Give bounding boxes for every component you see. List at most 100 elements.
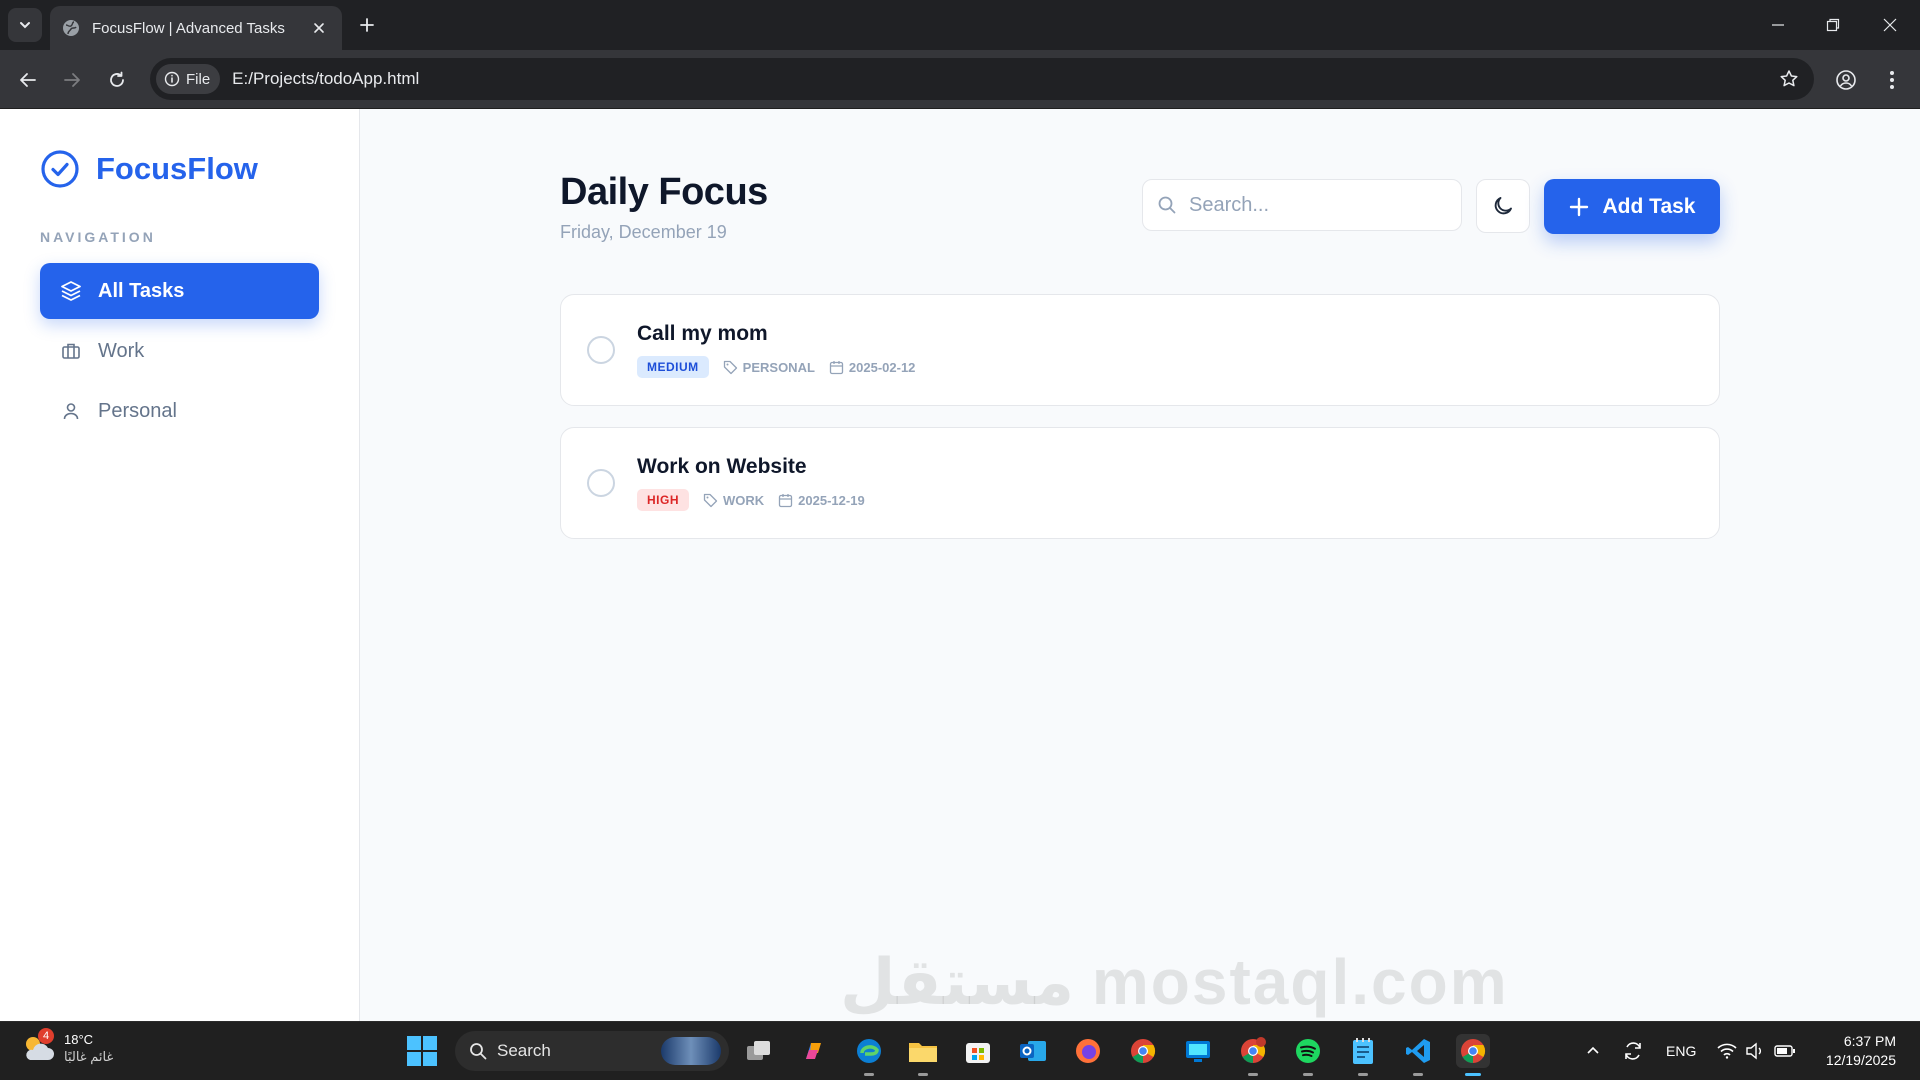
reload-icon [110,71,124,87]
windows-logo-tile [423,1036,437,1050]
new-tab-button[interactable] [352,10,382,40]
task-meta: MEDIUM PERSONAL 2025-02-12 [637,356,915,378]
bookmark-star-icon[interactable] [1774,64,1804,94]
clock-time: 6:37 PM [1843,1033,1896,1049]
close-tab-icon[interactable] [308,17,330,39]
sidebar-item-label: All Tasks [98,279,185,302]
cloudy-weather-icon: 4 [20,1028,56,1066]
sidebar-item-label: Work [98,339,145,362]
address-bar[interactable]: File E:/Projects/todoApp.html [150,58,1814,100]
windows-taskbar: 4 18°C غائم غالبًا Search ENG 6:37 PM 12… [0,1021,1920,1080]
task-card[interactable]: Call my mom MEDIUM PERSONAL 2025-02-12 [560,294,1720,406]
task-checkbox[interactable] [587,469,615,497]
more-vertical-icon [1890,71,1894,89]
task-checkbox[interactable] [587,336,615,364]
running-indicator [1248,1073,1258,1076]
vscode-icon[interactable] [1401,1034,1435,1076]
firefox-icon[interactable] [1071,1034,1105,1068]
sidebar-item-personal[interactable]: Personal [40,383,319,439]
arrow-left-icon [20,73,36,87]
language-indicator[interactable]: ENG [1666,1043,1696,1059]
page-header: Daily Focus Friday, December 19 [560,171,768,243]
edge-browser-icon[interactable] [852,1034,886,1076]
task-list: Call my mom MEDIUM PERSONAL 2025-02-12 W… [560,294,1720,560]
watermark: مستقل mostaql.com [840,946,1509,1018]
taskbar-search-label: Search [497,1041,551,1060]
sidebar: FocusFlow NAVIGATION All Tasks Work Pers… [0,109,360,1021]
search-input[interactable] [1189,193,1429,217]
restore-icon [1826,18,1840,32]
chrome-active-icon[interactable] [1456,1034,1490,1076]
chrome-icon[interactable] [1126,1034,1160,1068]
profile-button[interactable] [1830,64,1862,96]
task-date: 2025-12-19 [778,493,865,508]
clock-date: 12/19/2025 [1825,1052,1896,1068]
system-clock[interactable]: 6:37 PM 12/19/2025 [1808,1032,1896,1070]
sync-icon[interactable] [1616,1034,1650,1068]
profile-icon [1836,70,1856,90]
arrow-right-icon [64,73,80,87]
main-content: Daily Focus Friday, December 19 Add Task… [360,109,1920,1021]
outlook-icon[interactable] [1016,1034,1050,1068]
user-icon [60,400,82,422]
url-text[interactable]: E:/Projects/todoApp.html [232,69,1774,89]
add-task-button[interactable]: Add Task [1544,179,1720,234]
sidebar-item-all-tasks[interactable]: All Tasks [40,263,319,319]
running-indicator [1413,1073,1423,1076]
chevron-up-icon[interactable] [1576,1034,1610,1068]
search-box[interactable] [1142,179,1462,231]
minimize-icon [1772,24,1784,26]
spotify-icon[interactable] [1291,1034,1325,1076]
tab-search-button[interactable] [8,8,42,42]
copilot-icon[interactable] [797,1034,831,1068]
menu-button[interactable] [1876,64,1908,96]
brand-name: FocusFlow [96,151,258,186]
theme-toggle-button[interactable] [1476,179,1530,233]
windows-logo-tile [407,1052,421,1066]
active-indicator [1465,1073,1481,1076]
restore-button[interactable] [1815,10,1851,40]
browser-tab[interactable]: FocusFlow | Advanced Tasks [50,6,342,50]
sidebar-item-work[interactable]: Work [40,323,319,379]
volume-icon[interactable] [1738,1034,1772,1068]
task-body: Call my mom MEDIUM PERSONAL 2025-02-12 [637,322,915,378]
task-view-icon[interactable] [742,1034,776,1068]
task-title: Work on Website [637,455,807,478]
start-button[interactable] [407,1036,437,1066]
page-title: Daily Focus [560,171,768,213]
reload-button[interactable] [101,64,133,96]
running-indicator [1303,1073,1313,1076]
running-indicator [864,1073,874,1076]
search-icon [470,1043,487,1060]
chrome-profile-icon[interactable] [1236,1034,1270,1076]
file-explorer-icon[interactable] [906,1034,940,1076]
weather-widget[interactable]: 4 18°C غائم غالبًا [20,1028,113,1066]
battery-icon[interactable] [1768,1034,1802,1068]
focusflow-app: FocusFlow NAVIGATION All Tasks Work Pers… [0,109,1920,1021]
close-window-button[interactable] [1872,10,1908,40]
remote-desktop-icon[interactable] [1181,1034,1215,1068]
task-card[interactable]: Work on Website HIGH WORK 2025-12-19 [560,427,1720,539]
add-task-label: Add Task [1602,194,1696,218]
task-body: Work on Website HIGH WORK 2025-12-19 [637,455,865,511]
globe-icon [62,19,80,37]
task-category: PERSONAL [723,360,815,375]
task-date: 2025-02-12 [829,360,915,375]
notepad-icon[interactable] [1346,1034,1380,1076]
tag-icon [723,360,738,375]
plus-icon [1569,197,1588,216]
taskbar-search[interactable]: Search [455,1031,729,1071]
close-icon [1883,18,1897,32]
back-button[interactable] [12,64,44,96]
search-icon [1157,195,1177,215]
forward-button[interactable] [56,64,88,96]
microsoft-store-icon[interactable] [961,1034,995,1068]
tag-icon [703,493,718,508]
site-info-chip[interactable]: File [156,64,221,94]
running-indicator [1358,1073,1368,1076]
minimize-button[interactable] [1760,10,1796,40]
page-date: Friday, December 19 [560,222,727,242]
brand[interactable]: FocusFlow [40,149,319,189]
moon-icon [1494,197,1512,215]
nav-heading: NAVIGATION [40,229,156,245]
